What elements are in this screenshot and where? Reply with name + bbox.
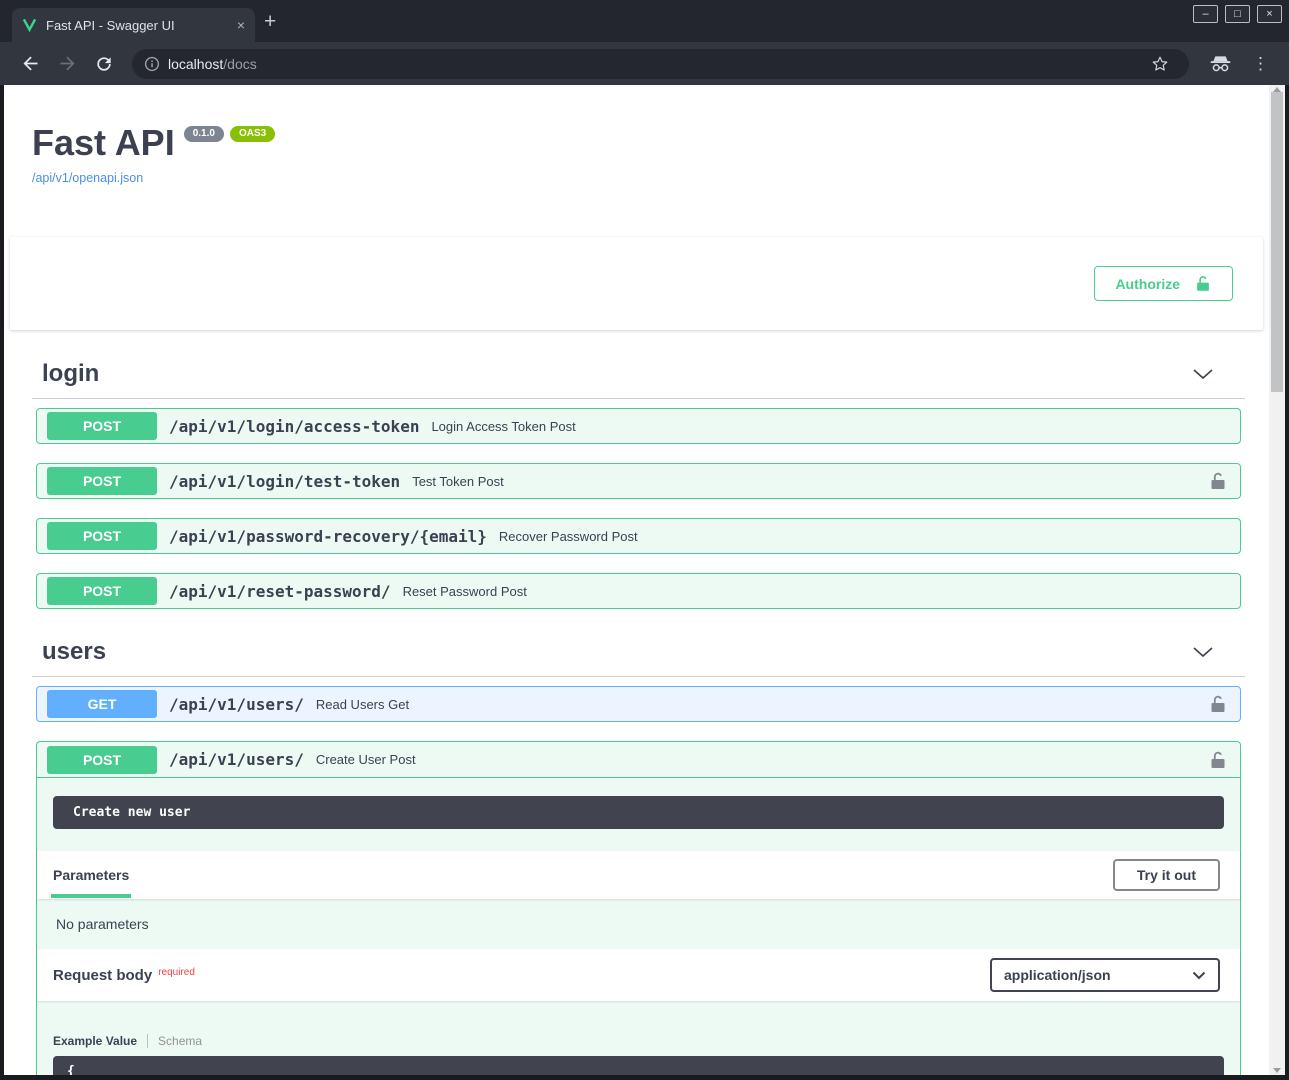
op-summary: Reset Password Post [403, 584, 527, 599]
method-badge: POST [47, 746, 157, 774]
op-summary: Read Users Get [316, 697, 409, 712]
scheme-container: Authorize [10, 237, 1263, 330]
parameters-header: Parameters Try it out [37, 851, 1240, 899]
oas3-badge: OAS3 [230, 126, 275, 142]
browser-tab[interactable]: Fast API - Swagger UI × [12, 8, 255, 42]
op-row-read-users[interactable]: GET /api/v1/users/ Read Users Get [36, 686, 1241, 722]
back-button[interactable] [14, 50, 47, 77]
chevron-down-icon[interactable] [1192, 646, 1214, 658]
op-row-reset-password[interactable]: POST /api/v1/reset-password/ Reset Passw… [36, 573, 1241, 609]
op-path: /api/v1/users/ [169, 750, 304, 769]
site-info-icon[interactable] [144, 56, 160, 72]
method-badge: POST [47, 467, 157, 495]
op-path: /api/v1/login/test-token [169, 472, 400, 491]
tab-title: Fast API - Swagger UI [46, 18, 237, 33]
url-host: localhost [168, 56, 223, 72]
method-badge: GET [47, 690, 157, 718]
op-path: /api/v1/reset-password/ [169, 582, 391, 601]
op-summary: Recover Password Post [499, 529, 638, 544]
auth-lock-button[interactable] [1206, 469, 1230, 493]
forward-arrow-icon [57, 53, 78, 74]
authorize-button[interactable]: Authorize [1094, 266, 1233, 301]
users-operations: GET /api/v1/users/ Read Users Get POST /… [32, 686, 1245, 1075]
url-bar[interactable]: localhost/docs [132, 49, 1189, 79]
tab-parameters: Parameters [53, 867, 129, 883]
auth-lock-button[interactable] [1206, 692, 1230, 716]
request-body-label: Request bodyrequired [53, 967, 195, 984]
maximize-button[interactable]: □ [1225, 5, 1250, 23]
section-header-login[interactable]: login [32, 350, 1245, 399]
unlock-icon [1208, 750, 1228, 770]
media-type-value: application/json [1004, 967, 1111, 983]
chevron-down-icon [1192, 971, 1206, 980]
op-row-login-access-token[interactable]: POST /api/v1/login/access-token Login Ac… [36, 408, 1241, 444]
op-row-login-test-token[interactable]: POST /api/v1/login/test-token Test Token… [36, 463, 1241, 499]
browser-menu-button[interactable]: ⋮ [1244, 53, 1277, 74]
section-title-users: users [42, 638, 106, 666]
no-parameters-text: No parameters [37, 899, 1240, 949]
section-title-login: login [42, 360, 99, 388]
op-summary: Create User Post [316, 752, 416, 767]
op-row-create-user[interactable]: POST /api/v1/users/ Create User Post [37, 742, 1240, 778]
auth-lock-button[interactable] [1206, 748, 1230, 772]
tab-example-value[interactable]: Example Value [53, 1034, 137, 1048]
version-badge: 0.1.0 [184, 126, 224, 142]
bookmark-star-button[interactable] [1143, 53, 1177, 75]
unlock-icon [1208, 694, 1228, 714]
op-row-password-recovery[interactable]: POST /api/v1/password-recovery/{email} R… [36, 518, 1241, 554]
tab-close-icon[interactable]: × [237, 17, 245, 33]
op-path: /api/v1/users/ [169, 695, 304, 714]
page-scrollbar[interactable] [1269, 85, 1285, 1075]
method-badge: POST [47, 577, 157, 605]
op-summary: Login Access Token Post [431, 419, 575, 434]
opblock-create-user: POST /api/v1/users/ Create User Post Cre… [36, 741, 1241, 1075]
forward-button[interactable] [51, 50, 84, 77]
swagger-page: Fast API 0.1.0 OAS3 /api/v1/openapi.json… [4, 85, 1269, 1075]
authorize-label: Authorize [1115, 276, 1180, 292]
reload-button[interactable] [88, 51, 120, 77]
incognito-icon [1201, 53, 1240, 74]
example-code-block: { [53, 1056, 1224, 1075]
browser-window: Fast API - Swagger UI × + – □ × localhos… [0, 0, 1289, 1080]
new-tab-button[interactable]: + [264, 10, 276, 34]
page-title: Fast API [32, 121, 175, 164]
tab-divider [147, 1034, 148, 1048]
page-title-row: Fast API 0.1.0 OAS3 [32, 121, 1245, 164]
operation-description: Create new user [53, 796, 1224, 829]
minimize-button[interactable]: – [1193, 5, 1218, 23]
request-body-header: Request bodyrequired application/json [37, 949, 1240, 1001]
op-summary: Test Token Post [412, 474, 504, 489]
tab-strip: Fast API - Swagger UI × + [0, 0, 1289, 42]
op-path: /api/v1/password-recovery/{email} [169, 527, 487, 546]
media-type-select[interactable]: application/json [990, 958, 1220, 992]
back-arrow-icon [20, 53, 41, 74]
scroll-down-arrow[interactable] [1273, 1068, 1281, 1073]
method-badge: POST [47, 522, 157, 550]
op-path: /api/v1/login/access-token [169, 417, 419, 436]
star-icon [1151, 55, 1169, 73]
unlock-icon [1208, 471, 1228, 491]
example-code-line: { [67, 1064, 75, 1075]
unlock-icon [1194, 274, 1212, 293]
reload-icon [94, 54, 114, 74]
close-button[interactable]: × [1257, 5, 1282, 23]
example-tabs: Example Value Schema [53, 1034, 1240, 1048]
window-controls: – □ × [1193, 5, 1282, 23]
api-info: Fast API 0.1.0 OAS3 /api/v1/openapi.json [32, 85, 1245, 187]
method-badge: POST [47, 412, 157, 440]
login-operations: POST /api/v1/login/access-token Login Ac… [32, 408, 1245, 609]
browser-toolbar: localhost/docs ⋮ [0, 42, 1289, 85]
url-path: /docs [223, 56, 256, 72]
openapi-spec-link[interactable]: /api/v1/openapi.json [32, 171, 143, 185]
chevron-down-icon[interactable] [1192, 368, 1214, 380]
favicon-fastapi-icon [22, 18, 37, 32]
tab-schema[interactable]: Schema [158, 1034, 202, 1048]
scrollbar-thumb[interactable] [1271, 92, 1283, 392]
required-badge: required [158, 967, 195, 978]
section-header-users[interactable]: users [32, 628, 1245, 677]
try-it-out-button[interactable]: Try it out [1113, 859, 1220, 891]
